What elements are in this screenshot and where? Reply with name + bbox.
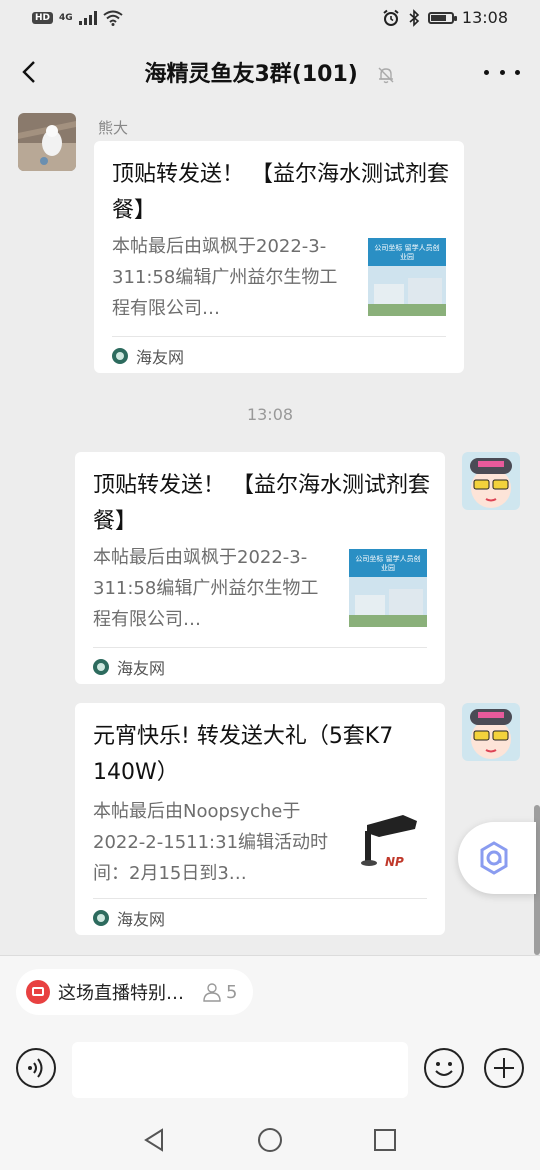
chat-title: 海精灵鱼友3群(101) [144, 62, 358, 87]
live-text: 这场直播特别… [58, 983, 184, 1004]
card-divider [112, 336, 446, 337]
system-nav-bar [0, 1105, 540, 1170]
nav-home-icon[interactable] [257, 1127, 283, 1153]
card-title: 元宵快乐! 转发送大礼（5套K7 140W） [93, 724, 394, 785]
card-source: 海友网 [93, 906, 165, 930]
status-left: HD 4G [32, 10, 123, 26]
thumb-caption: NP [385, 855, 404, 869]
viewer-count: 5 [202, 982, 237, 1003]
chat-header: 海精灵鱼友3群(101) [0, 40, 540, 104]
card-thumbnail: NP [349, 803, 427, 881]
avatar-image [462, 452, 520, 510]
status-time: 13:08 [461, 8, 508, 27]
avatar-image [18, 113, 76, 171]
link-card[interactable]: 顶贴转发送！ 【益尔海水测试剂套餐】 本帖最后由飒枫于2022-3-311:58… [75, 452, 445, 684]
hd-badge: HD [32, 12, 54, 24]
live-stream-banner[interactable]: 这场直播特别… 5 [16, 969, 254, 1015]
card-description: 本帖最后由飒枫于2022-3-311:58编辑广州益尔生物工程有限公司… [112, 236, 338, 319]
card-description: 本帖最后由Noopsyche于2022-2-1511:31编辑活动时间：2月15… [93, 801, 329, 884]
avatar-self[interactable] [462, 703, 520, 761]
status-right: 13:08 [382, 8, 508, 27]
battery-icon [427, 11, 457, 24]
source-name: 海友网 [117, 659, 166, 678]
avatar-image [462, 703, 520, 761]
card-divider [93, 898, 427, 899]
card-thumbnail: 公司坐标 留学人员创业园 [368, 238, 446, 316]
plus-icon [494, 1058, 514, 1078]
link-card[interactable]: 顶贴转发送！ 【益尔海水测试剂套餐】 本帖最后由飒枫于2022-3-311:58… [94, 141, 464, 373]
card-description: 本帖最后由飒枫于2022-3-311:58编辑广州益尔生物工程有限公司… [93, 547, 319, 630]
network-type: 4G [59, 13, 73, 23]
assistant-icon [480, 841, 508, 875]
thumb-caption: 公司坐标 留学人员创业园 [355, 555, 421, 572]
emoji-button[interactable] [424, 1048, 464, 1088]
more-actions-button[interactable] [484, 1048, 524, 1088]
live-tv-icon [26, 980, 50, 1004]
thumb-caption: 公司坐标 留学人员创业园 [374, 244, 440, 261]
card-source: 海友网 [112, 344, 184, 368]
bell-off-icon [378, 67, 393, 84]
card-source: 海友网 [93, 655, 165, 679]
card-divider [93, 647, 427, 648]
card-title: 顶贴转发送！ 【益尔海水测试剂套餐】 [93, 473, 430, 534]
card-title: 顶贴转发送！ 【益尔海水测试剂套餐】 [112, 162, 449, 223]
alarm-icon [383, 9, 399, 26]
input-area: 这场直播特别… 5 [0, 955, 540, 1106]
floating-assistant-button[interactable] [458, 822, 536, 894]
bluetooth-icon [409, 8, 420, 27]
message-timestamp: 13:08 [246, 405, 294, 424]
source-icon [112, 348, 128, 364]
source-icon [93, 659, 109, 675]
avatar-xiongda[interactable] [18, 113, 76, 171]
source-icon [93, 910, 109, 926]
person-icon [203, 983, 221, 1002]
nav-recents-icon[interactable] [372, 1127, 398, 1153]
link-card[interactable]: 元宵快乐! 转发送大礼（5套K7 140W） 本帖最后由Noopsyche于20… [75, 703, 445, 935]
message-input[interactable] [72, 1042, 408, 1098]
viewer-count-value: 5 [226, 981, 238, 1003]
source-name: 海友网 [117, 910, 166, 929]
card-thumbnail: 公司坐标 留学人员创业园 [349, 549, 427, 627]
sender-name: 熊大 [98, 119, 129, 137]
avatar-self[interactable] [462, 452, 520, 510]
battery-fill [430, 14, 446, 21]
nav-back-icon[interactable] [142, 1127, 168, 1153]
smiley-icon [435, 1062, 453, 1076]
status-bar: HD 4G 13:08 [0, 0, 540, 38]
wifi-icon [103, 10, 123, 26]
chat-title-wrap: 海精灵鱼友3群(101) [0, 56, 540, 88]
source-name: 海友网 [136, 348, 185, 367]
more-dots-icon[interactable] [484, 58, 520, 86]
voice-input-button[interactable] [16, 1048, 56, 1088]
signal-icon [78, 11, 97, 25]
voice-icon [28, 1058, 43, 1078]
